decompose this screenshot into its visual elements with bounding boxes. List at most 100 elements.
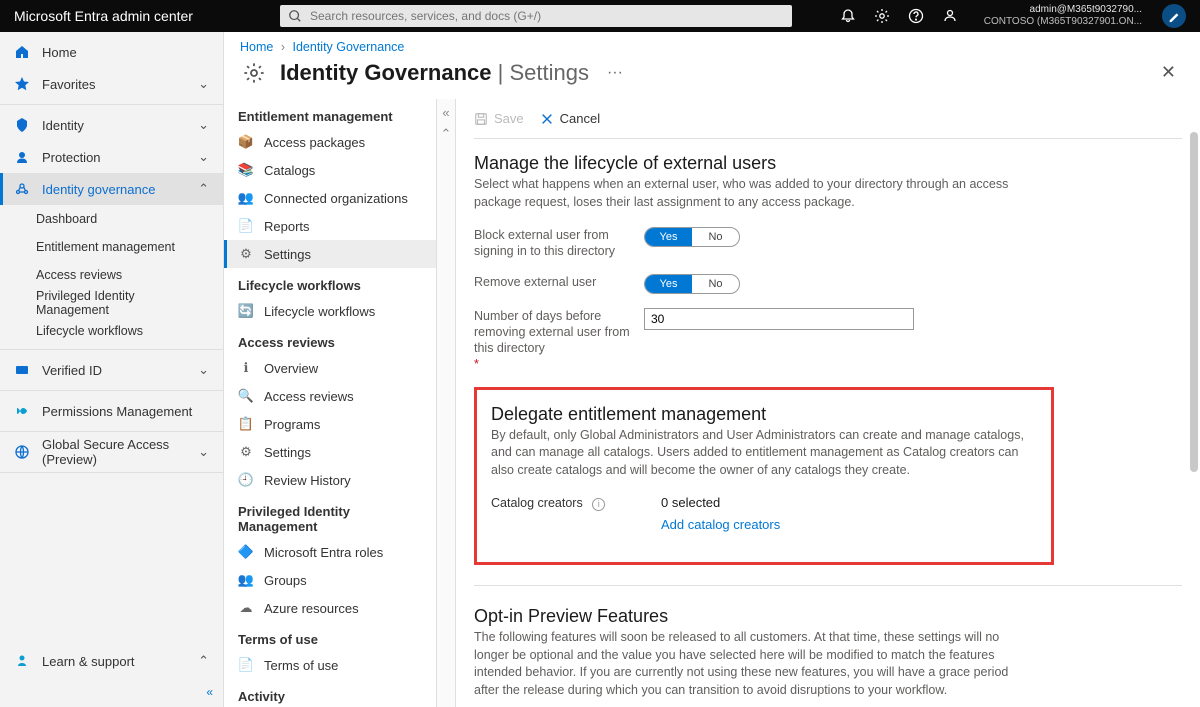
- info-icon[interactable]: i: [592, 498, 605, 511]
- nav-protection[interactable]: Protection ⌄: [0, 141, 223, 173]
- sidebar-collapse-button[interactable]: «: [206, 685, 213, 699]
- creators-label: Catalog creators i: [491, 495, 651, 511]
- user-tenant: CONTOSO (M365T90327901.ON...: [984, 16, 1142, 28]
- notifications-icon[interactable]: [834, 2, 862, 30]
- help-icon[interactable]: [902, 2, 930, 30]
- add-catalog-creators-link[interactable]: Add catalog creators: [661, 517, 780, 532]
- nav-gsa[interactable]: Global Secure Access (Preview) ⌄: [0, 436, 223, 468]
- breadcrumb-home[interactable]: Home: [240, 40, 273, 54]
- remove-label: Remove external user: [474, 274, 634, 290]
- nav-identity[interactable]: Identity ⌄: [0, 109, 223, 141]
- days-input[interactable]: [644, 308, 914, 330]
- program-icon: 📋: [238, 416, 254, 432]
- review-icon: 🔍: [238, 388, 254, 404]
- secnav-lifecycle[interactable]: 🔄Lifecycle workflows: [224, 297, 436, 325]
- secnav-groups[interactable]: 👥Groups: [224, 566, 436, 594]
- secnav-review-history[interactable]: 🕘Review History: [224, 466, 436, 494]
- report-icon: 📄: [238, 218, 254, 234]
- page-title: Identity Governance | Settings: [280, 60, 589, 86]
- group-icon: 👥: [238, 572, 254, 588]
- nav-identity-governance[interactable]: Identity governance ⌃: [0, 173, 223, 205]
- chevron-down-icon: ⌄: [198, 117, 209, 133]
- nav-verified-id[interactable]: Verified ID ⌄: [0, 354, 223, 386]
- user-avatar[interactable]: [1162, 4, 1186, 28]
- nav-home[interactable]: Home: [0, 36, 223, 68]
- protection-icon: [14, 149, 30, 165]
- save-icon: [474, 112, 488, 126]
- save-button[interactable]: Save: [474, 111, 524, 126]
- nav-ig-entitlement[interactable]: Entitlement management: [0, 233, 223, 261]
- history-icon: 🕘: [238, 472, 254, 488]
- secnav-connected-orgs[interactable]: 👥Connected organizations: [224, 184, 436, 212]
- secnav-head-entitlement: Entitlement management: [224, 99, 436, 128]
- nav-ig-lifecycle[interactable]: Lifecycle workflows: [0, 317, 223, 345]
- chevron-down-icon: ⌄: [198, 76, 209, 92]
- secnav-reports[interactable]: 📄Reports: [224, 212, 436, 240]
- chevron-down-icon: ⌄: [198, 444, 209, 460]
- catalog-icon: 📚: [238, 162, 254, 178]
- secondary-nav: Entitlement management 📦Access packages …: [224, 99, 436, 707]
- cancel-button[interactable]: Cancel: [540, 111, 600, 126]
- azure-icon: ☁: [238, 600, 254, 616]
- primary-sidebar: Home Favorites ⌄ Identity ⌄ Protection ⌄…: [0, 32, 224, 707]
- secnav-catalogs[interactable]: 📚Catalogs: [224, 156, 436, 184]
- chevron-up-icon: ⌃: [198, 653, 209, 669]
- block-toggle[interactable]: Yes No: [644, 227, 740, 247]
- chevron-up-icon: ⌃: [198, 181, 209, 197]
- secnav-programs[interactable]: 📋Programs: [224, 410, 436, 438]
- product-name: Microsoft Entra admin center: [14, 8, 268, 24]
- preview-desc: The following features will soon be rele…: [474, 629, 1034, 699]
- scrollbar-thumb[interactable]: [1190, 132, 1198, 472]
- scrollbar[interactable]: [1190, 92, 1198, 707]
- secnav-settings[interactable]: ⚙Settings: [224, 240, 436, 268]
- learn-icon: [14, 653, 30, 669]
- nav-ig-dashboard[interactable]: Dashboard: [0, 205, 223, 233]
- close-button[interactable]: ✕: [1153, 58, 1184, 87]
- doc-icon: 📄: [238, 657, 254, 673]
- secnav-overview[interactable]: ℹOverview: [224, 354, 436, 382]
- secnav-reviews-settings[interactable]: ⚙Settings: [224, 438, 436, 466]
- breadcrumb: Home › Identity Governance: [224, 32, 1200, 54]
- secnav-entra-roles[interactable]: 🔷Microsoft Entra roles: [224, 538, 436, 566]
- feedback-icon[interactable]: [936, 2, 964, 30]
- delegate-section: Delegate entitlement management By defau…: [474, 387, 1054, 566]
- delegate-title: Delegate entitlement management: [491, 404, 1037, 425]
- verified-id-icon: [14, 362, 30, 378]
- secnav-azure-resources[interactable]: ☁Azure resources: [224, 594, 436, 622]
- settings-icon[interactable]: [868, 2, 896, 30]
- global-search[interactable]: [280, 5, 792, 27]
- chevron-up-icon: ⌃: [441, 126, 452, 142]
- user-info[interactable]: admin@M365t9032790... CONTOSO (M365T9032…: [984, 4, 1142, 28]
- governance-icon: [14, 181, 30, 197]
- search-icon: [288, 9, 302, 23]
- search-input[interactable]: [308, 8, 784, 24]
- top-icons: [834, 2, 964, 30]
- divider: [474, 585, 1182, 586]
- breadcrumb-current[interactable]: Identity Governance: [292, 40, 404, 54]
- secnav-tou[interactable]: 📄Terms of use: [224, 651, 436, 679]
- ext-title: Manage the lifecycle of external users: [474, 153, 1182, 174]
- chevron-down-icon: ⌄: [198, 362, 209, 378]
- preview-title: Opt-in Preview Features: [474, 606, 1182, 627]
- secnav-collapse[interactable]: « ⌃: [436, 99, 456, 707]
- secnav-head-activity: Activity: [224, 679, 436, 707]
- chevron-down-icon: ⌄: [198, 149, 209, 165]
- info-icon: ℹ: [238, 360, 254, 376]
- nav-learn-support[interactable]: Learn & support ⌃: [0, 645, 223, 677]
- secnav-head-lifecycle: Lifecycle workflows: [224, 268, 436, 297]
- collapse-icon: «: [442, 105, 449, 120]
- nav-favorites[interactable]: Favorites ⌄: [0, 68, 223, 100]
- nav-permissions[interactable]: Permissions Management: [0, 395, 223, 427]
- secnav-access-packages[interactable]: 📦Access packages: [224, 128, 436, 156]
- gear-icon: ⚙: [238, 246, 254, 262]
- org-icon: 👥: [238, 190, 254, 206]
- more-button[interactable]: ···: [607, 64, 623, 82]
- role-icon: 🔷: [238, 544, 254, 560]
- nav-ig-pim[interactable]: Privileged Identity Management: [0, 289, 223, 317]
- permissions-icon: [14, 403, 30, 419]
- secnav-access-reviews[interactable]: 🔍Access reviews: [224, 382, 436, 410]
- close-icon: [540, 112, 554, 126]
- home-icon: [14, 44, 30, 60]
- nav-ig-access-reviews[interactable]: Access reviews: [0, 261, 223, 289]
- remove-toggle[interactable]: Yes No: [644, 274, 740, 294]
